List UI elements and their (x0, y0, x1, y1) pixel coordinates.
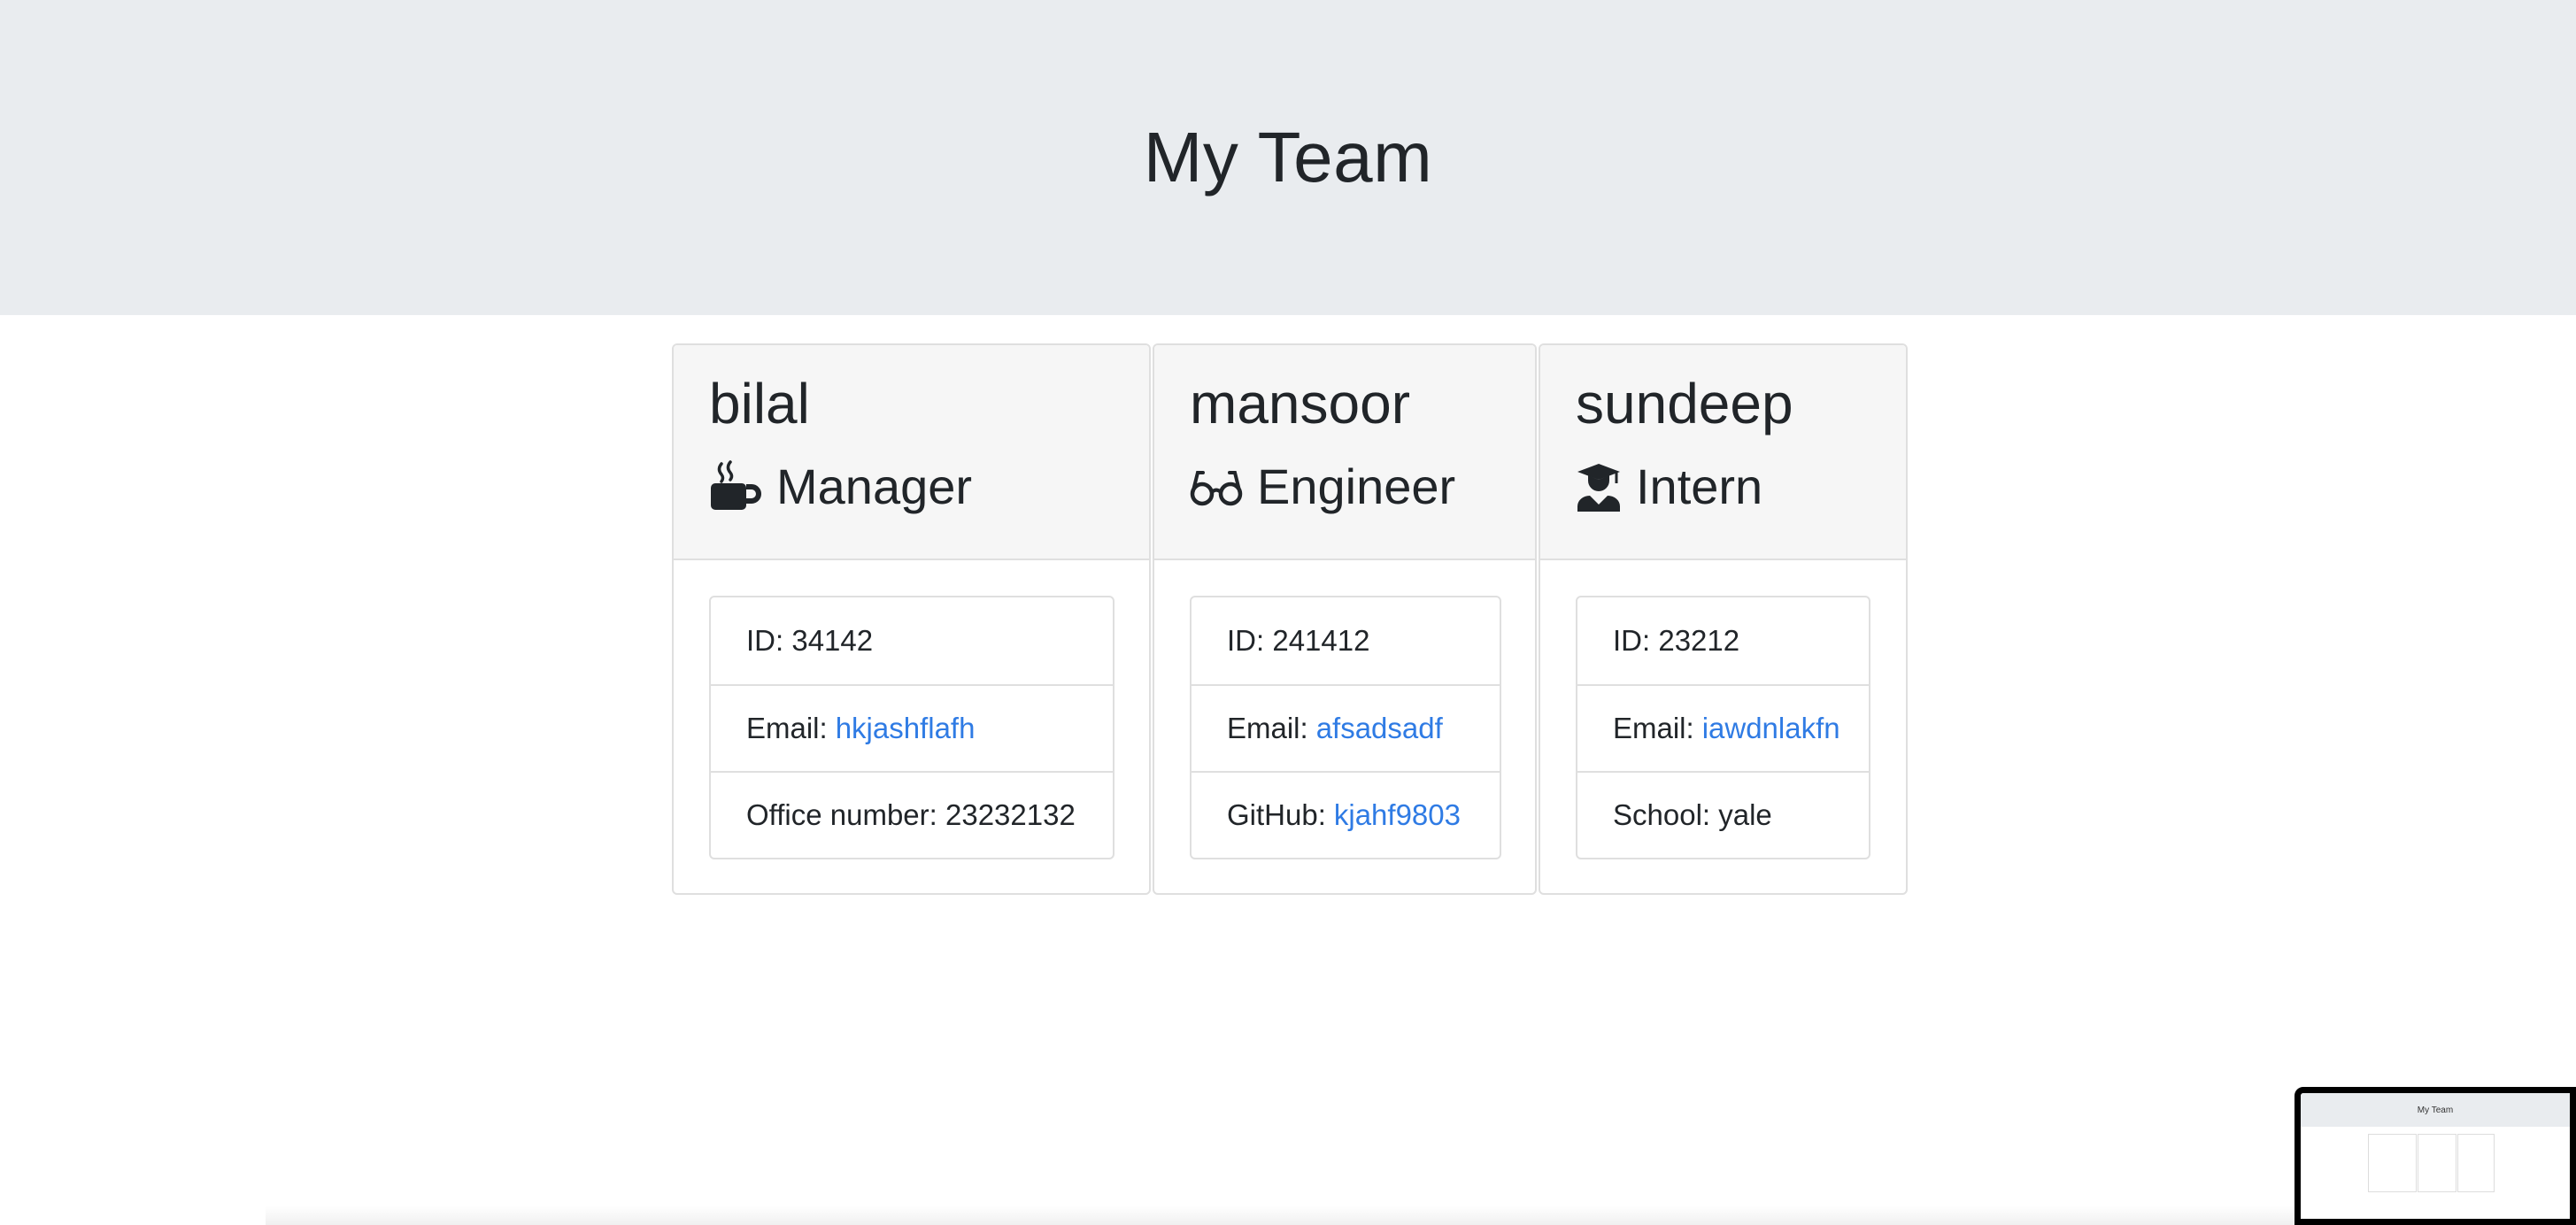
employee-name: sundeep (1576, 372, 1793, 435)
employee-details: ID: 34142 Email: hkjashflafh Office numb… (709, 596, 1114, 859)
employee-card-engineer: mansoor Engineer ID: 241412 Email: afsad… (1153, 343, 1537, 895)
email-link[interactable]: iawdnlakfn (1702, 712, 1840, 745)
thumbnail-title: My Team (2417, 1105, 2454, 1115)
card-body: ID: 241412 Email: afsadsadf GitHub: kjah… (1154, 560, 1535, 893)
employee-role-label: Intern (1636, 458, 1763, 514)
mug-hot-icon (709, 460, 762, 513)
employee-github: GitHub: kjahf9803 (1192, 771, 1500, 858)
card-body: ID: 34142 Email: hkjashflafh Office numb… (674, 560, 1149, 893)
employee-id: ID: 34142 (746, 624, 874, 657)
graduate-icon (1576, 460, 1622, 513)
email-label: Email: (746, 712, 828, 744)
employee-id: ID: 241412 (1227, 624, 1370, 657)
employee-name: bilal (709, 372, 810, 435)
github-link[interactable]: kjahf9803 (1334, 798, 1461, 832)
thumbnail-cards (2368, 1134, 2495, 1192)
page-title: My Team (1143, 118, 1433, 196)
employee-role: Intern (1576, 460, 1870, 513)
employee-name: mansoor (1190, 372, 1410, 435)
employee-role-label: Engineer (1257, 458, 1456, 514)
employee-card-intern: sundeep Intern ID: 23212 Email: iawdnlak… (1539, 343, 1908, 895)
employee-role: Engineer (1190, 460, 1500, 513)
employee-role: Manager (709, 460, 1114, 513)
bottom-shadow (266, 1206, 2302, 1225)
employee-email: Email: afsadsadf (1192, 684, 1500, 771)
thumbnail-header: My Team (2301, 1093, 2570, 1127)
email-label: Email: (1227, 712, 1308, 744)
glasses-icon (1190, 460, 1243, 513)
card-body: ID: 23212 Email: iawdnlakfn School: yale (1540, 560, 1906, 893)
email-link[interactable]: afsadsadf (1316, 712, 1443, 745)
screenshot-thumbnail[interactable]: My Team (2294, 1087, 2576, 1225)
employee-school: School: yale (1577, 771, 1869, 858)
employee-email: Email: iawdnlakfn (1577, 684, 1869, 771)
team-cards: bilal Manager ID: 34142 Email: hkjashfla… (672, 343, 1909, 895)
employee-id: ID: 23212 (1613, 624, 1740, 657)
employee-details: ID: 241412 Email: afsadsadf GitHub: kjah… (1190, 596, 1501, 859)
employee-role-label: Manager (776, 458, 973, 514)
card-header: mansoor Engineer (1154, 345, 1535, 560)
thumbnail-card (2457, 1134, 2495, 1192)
thumbnail-card (2368, 1134, 2417, 1192)
employee-details: ID: 23212 Email: iawdnlakfn School: yale (1576, 596, 1870, 859)
card-header: sundeep Intern (1540, 345, 1906, 560)
employee-email: Email: hkjashflafh (711, 684, 1113, 771)
thumbnail-card (2418, 1134, 2456, 1192)
email-link[interactable]: hkjashflafh (836, 712, 976, 745)
employee-office-number: Office number: 23232132 (711, 771, 1113, 858)
email-label: Email: (1613, 712, 1694, 744)
card-header: bilal Manager (674, 345, 1149, 560)
page-header: My Team (0, 0, 2576, 315)
employee-card-manager: bilal Manager ID: 34142 Email: hkjashfla… (672, 343, 1151, 895)
github-label: GitHub: (1227, 798, 1326, 831)
